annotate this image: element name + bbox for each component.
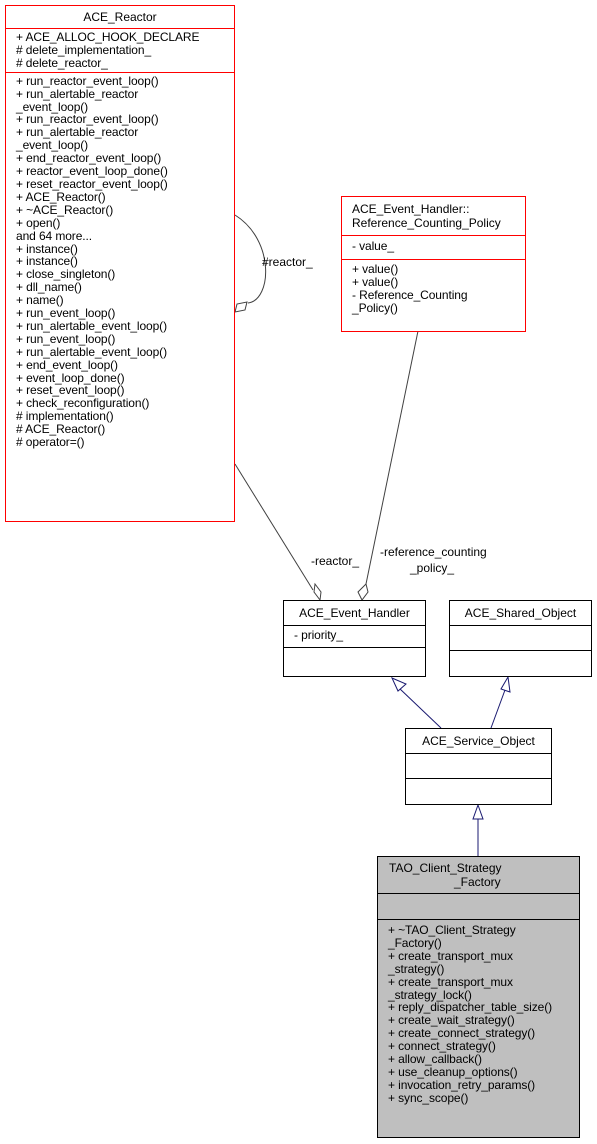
class-ace-event-handler[interactable]: ACE_Event_Handler - priority_: [283, 600, 426, 677]
method-row: + ~TAO_Client_Strategy: [388, 923, 516, 937]
method-row: + ACE_Reactor(): [16, 189, 106, 204]
attribute-row: # delete_reactor_: [16, 55, 108, 70]
reactor-diamond: [313, 582, 322, 602]
service-to-handler-arrow: [391, 677, 407, 692]
method-row: _Factory(): [388, 935, 442, 950]
reactor-label: -reactor_: [311, 554, 360, 568]
method-row: + value(): [352, 261, 399, 276]
attributes-section: [450, 625, 591, 650]
attributes-section: - priority_: [284, 625, 425, 647]
method-row: _strategy(): [388, 961, 445, 976]
attribute-row: # delete_implementation_: [16, 42, 152, 57]
class-title-line: _Factory: [454, 875, 501, 889]
method-row: + run_alertable_reactor: [16, 86, 139, 101]
class-ace-reactor[interactable]: ACE_Reactor + ACE_ALLOC_HOOK_DECLARE # de…: [5, 5, 235, 522]
reactor-edge: [234, 463, 314, 591]
self-reactor-label: #reactor_: [262, 255, 313, 269]
method-row: + run_alertable_event_loop(): [16, 344, 167, 359]
attribute-row: + ACE_ALLOC_HOOK_DECLARE: [16, 30, 200, 44]
method-row: + run_event_loop(): [16, 306, 116, 321]
class-title: ACE_Event_Handler:: Reference_Counting_P…: [342, 197, 525, 235]
method-row: + use_cleanup_options(): [388, 1064, 518, 1079]
service-to-shared-edge: [490, 689, 506, 729]
method-row: + create_transport_mux: [388, 974, 513, 989]
class-title: ACE_Shared_Object: [464, 606, 577, 620]
service-to-handler-edge: [398, 687, 442, 729]
method-row: and 64 more...: [16, 228, 92, 243]
method-row: _Policy(): [352, 300, 398, 315]
class-title: ACE_Service_Object: [422, 734, 535, 748]
class-tao-client-strategy-factory[interactable]: TAO_Client_Strategy _Factory + ~TAO_Clie…: [377, 856, 580, 1138]
attributes-section: [378, 893, 579, 919]
class-title: ACE_Reactor: [83, 10, 157, 24]
methods-section: [284, 646, 425, 670]
self-reactor-diamond: [234, 301, 248, 313]
attributes-section: [406, 753, 551, 778]
class-reference-counting-policy[interactable]: ACE_Event_Handler:: Reference_Counting_P…: [341, 196, 526, 332]
method-row: + open(): [16, 215, 61, 230]
methods-section: + value() + value() - Reference_Counting _P…: [342, 258, 525, 317]
methods-section: [406, 778, 551, 801]
method-row: + reset_reactor_event_loop(): [16, 176, 168, 191]
method-row: + ~ACE_Reactor(): [16, 202, 114, 217]
tao-to-service-arrow: [472, 803, 484, 820]
method-row: + create_transport_mux: [388, 948, 513, 963]
ref-policy-label-1: -reference_counting: [380, 545, 487, 559]
class-ace-shared-object[interactable]: ACE_Shared_Object: [449, 600, 592, 677]
service-to-shared-arrow: [500, 675, 511, 693]
attributes-section: - value_: [342, 235, 525, 259]
class-title: TAO_Client_Strategy _Factory: [378, 857, 579, 893]
attribute-row: - value_: [352, 239, 394, 253]
methods-section: + run_reactor_event_loop() + run_alertabl…: [6, 71, 234, 451]
method-row: + invocation_retry_params(): [388, 1077, 536, 1092]
method-row: + run_reactor_event_loop(): [16, 73, 159, 88]
method-row: + run_alertable_event_loop(): [16, 318, 167, 333]
method-row: + end_event_loop(): [16, 357, 118, 372]
method-row: + value(): [352, 274, 399, 289]
class-ace-service-object[interactable]: ACE_Service_Object: [405, 728, 552, 805]
ref-policy-diamond: [357, 583, 369, 601]
method-row: + run_event_loop(): [16, 331, 116, 346]
class-title-line: ACE_Event_Handler::: [352, 202, 470, 216]
class-title-line: Reference_Counting_Policy: [352, 216, 501, 230]
method-row: + sync_scope(): [388, 1090, 469, 1105]
attributes-section: + ACE_ALLOC_HOOK_DECLARE # delete_impleme…: [6, 28, 234, 72]
method-row: # operator=(): [16, 435, 85, 450]
ref-policy-label-2: _policy_: [410, 561, 455, 575]
methods-section: [450, 650, 591, 673]
class-title: ACE_Event_Handler: [299, 606, 410, 620]
methods-section: + ~TAO_Client_Strategy _Factory() + create…: [378, 919, 579, 1107]
method-row: - Reference_Counting: [352, 287, 468, 302]
class-title-line: TAO_Client_Strategy: [389, 861, 502, 875]
attribute-row: - priority_: [294, 628, 343, 642]
